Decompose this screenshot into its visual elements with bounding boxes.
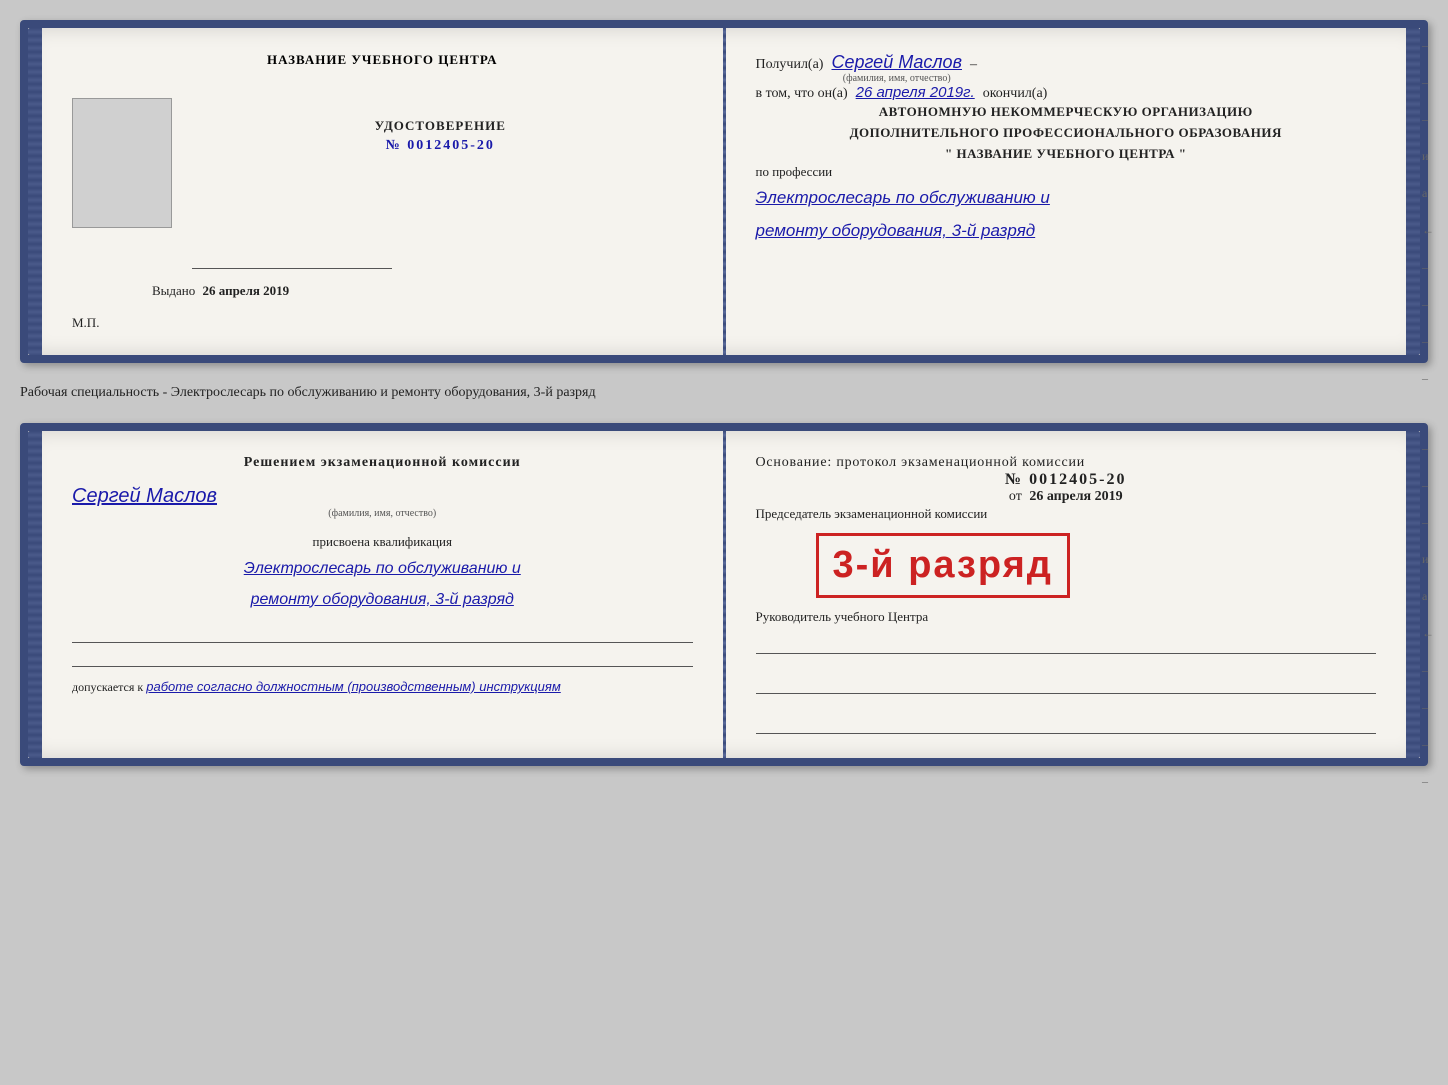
mp-label: М.П. [72,315,99,330]
profession-section: по профессии Электрослесарь по обслужива… [756,164,1377,246]
photo-placeholder [72,98,172,228]
org-text: АВТОНОМНУЮ НЕКОММЕРЧЕСКУЮ ОРГАНИЗАЦИЮ ДО… [756,102,1377,164]
stamp-area: 3-й разряд [756,523,1377,608]
commission-title: Решением экзаменационной комиссии [72,455,693,471]
lower-doc-right: – – – и а ← – – – – Основание: протокол … [726,431,1407,758]
cert-number-prefix: № [386,138,402,153]
num-prefix: № [1005,471,1023,488]
lower-fio-label: (фамилия, имя, отчество) [72,508,693,519]
received-line: Получил(а) Сергей Маслов (фамилия, имя, … [756,52,1377,84]
qual-value-2: ремонту оборудования, 3-й разряд [72,586,693,613]
received-prefix: Получил(а) [756,57,824,73]
chairman-label: Председатель экзаменационной комиссии [756,505,1377,523]
lower-right-side-dashes: – – – и а ← – – – – [1422,441,1434,789]
org-line3: " НАЗВАНИЕ УЧЕБНОГО ЦЕНТРА " [756,144,1377,165]
lower-person-name: Сергей Маслов [72,485,693,508]
doc-right-spine [1406,28,1420,355]
osnование-text: Основание: протокол экзаменационной коми… [756,455,1377,471]
date-value-upper: 26 апреля 2019г. [856,84,975,101]
issued-date: 26 апреля 2019 [203,283,290,298]
upper-doc-left: НАЗВАНИЕ УЧЕБНОГО ЦЕНТРА УДОСТОВЕРЕНИЕ №… [42,28,723,355]
right-side-dashes: – – – и а ← – – – – [1422,38,1434,386]
issued-label: Выдано [152,283,195,298]
lower-doc-right-spine [1406,431,1420,758]
fio-label-upper: (фамилия, имя, отчество) [831,73,961,84]
protocol-number: № 0012405-20 [756,471,1377,489]
допускается-section: допускается к работе согласно должностны… [72,677,693,697]
допускается-value: работе согласно должностным (производств… [146,679,561,694]
lower-sig-lines [756,634,1377,734]
profession-value-1: Электрослесарь по обслуживанию и [756,184,1377,213]
date-line-upper: в том, что он(а) 26 апреля 2019г. окончи… [756,84,1377,102]
lower-doc-spine-left [28,431,42,758]
completed-suffix: окончил(а) [983,86,1048,102]
sig-lines-lower [72,623,693,667]
qual-value-1: Электрослесарь по обслуживанию и [72,555,693,582]
org-line1: АВТОНОМНУЮ НЕКОММЕРЧЕСКУЮ ОРГАНИЗАЦИЮ [756,102,1377,123]
doc-spine-left [28,28,42,355]
руководитель-label: Руководитель учебного Центра [756,608,1377,626]
qual-label: присвоена квалификация [313,534,452,549]
upper-document: НАЗВАНИЕ УЧЕБНОГО ЦЕНТРА УДОСТОВЕРЕНИЕ №… [20,20,1428,363]
upper-center-title: НАЗВАНИЕ УЧЕБНОГО ЦЕНТРА [267,52,498,67]
cert-number-section: УДОСТОВЕРЕНИЕ № 0012405-20 [188,118,693,154]
lower-doc-left: Решением экзаменационной комиссии Сергей… [42,431,723,758]
upper-doc-right: – – – и а ← – – – – Получил(а) Сергей Ма… [726,28,1407,355]
dash-upper: – [970,57,977,73]
date-prefix-lower: от [1009,489,1022,504]
date-value-lower: 26 апреля 2019 [1029,489,1122,504]
num-value: 0012405-20 [1029,471,1126,488]
profession-value-2: ремонту оборудования, 3-й разряд [756,217,1377,246]
date-prefix-upper: в том, что он(а) [756,86,848,102]
cert-number: 0012405-20 [407,138,495,153]
protocol-date: от 26 апреля 2019 [756,489,1377,505]
допускается-prefix: допускается к [72,680,143,694]
lower-document: Решением экзаменационной комиссии Сергей… [20,423,1428,766]
stamp-text: 3-й разряд [833,544,1053,587]
org-line2: ДОПОЛНИТЕЛЬНОГО ПРОФЕССИОНАЛЬНОГО ОБРАЗО… [756,123,1377,144]
between-label: Рабочая специальность - Электрослесарь п… [20,381,1428,405]
recipient-name: Сергей Маслов [831,52,961,72]
cert-label: УДОСТОВЕРЕНИЕ [188,118,693,134]
profession-prefix: по профессии [756,164,1377,180]
stamp-box: 3-й разряд [816,533,1070,598]
